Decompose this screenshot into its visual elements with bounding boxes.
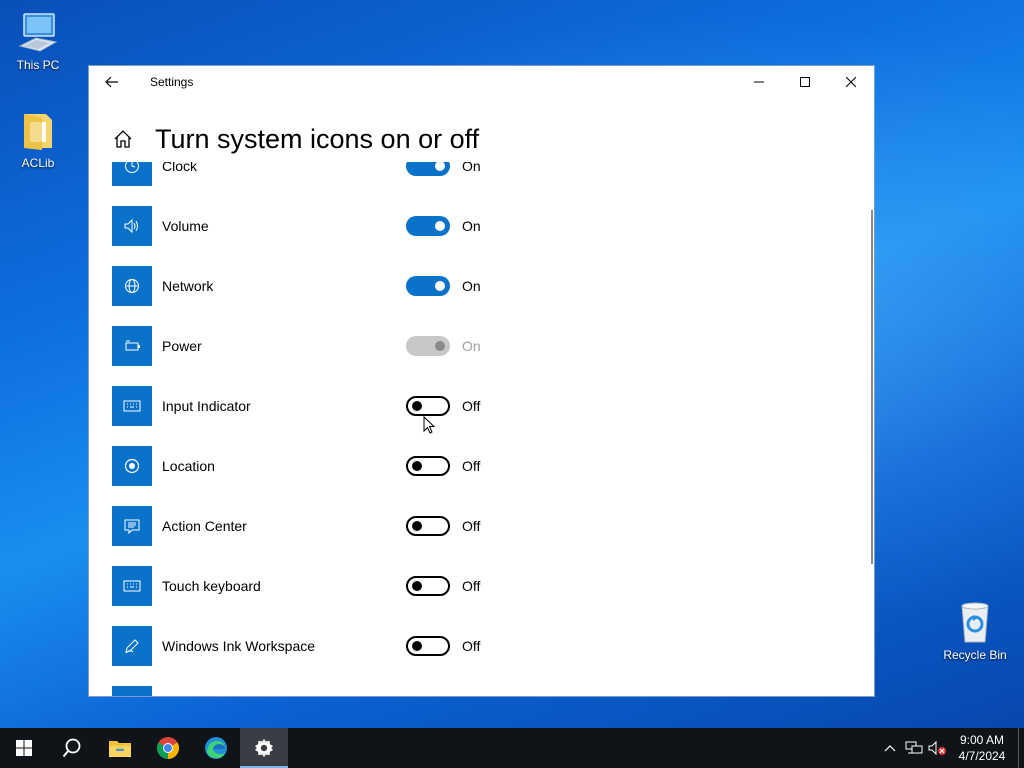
clock-icon bbox=[112, 162, 152, 186]
start-icon bbox=[16, 740, 32, 756]
partial-toggle[interactable] bbox=[406, 696, 450, 697]
window-title: Settings bbox=[150, 75, 194, 89]
recycle-bin-icon bbox=[953, 600, 997, 644]
list-item-power: Power On bbox=[112, 326, 532, 366]
scrollbar[interactable] bbox=[871, 210, 873, 564]
settings-button[interactable] bbox=[240, 728, 288, 768]
page-title: Turn system icons on or off bbox=[155, 123, 480, 154]
show-hidden-icons-button[interactable] bbox=[878, 728, 902, 768]
keyboard-icon bbox=[112, 566, 152, 606]
desktop-icon-recycle-bin[interactable]: Recycle Bin bbox=[937, 600, 1013, 662]
action-center-icon bbox=[112, 506, 152, 546]
toggle-state: On bbox=[462, 162, 481, 174]
volume-icon bbox=[112, 206, 152, 246]
list-item-touch-keyboard: Touch keyboard Off bbox=[112, 566, 532, 606]
toggle-state: Off bbox=[462, 458, 481, 474]
desktop-icon-this-pc[interactable]: This PC bbox=[0, 10, 76, 72]
page-header: Turn system icons on or off bbox=[89, 116, 479, 162]
item-label: Action Center bbox=[162, 518, 247, 534]
clock-time: 9:00 AM bbox=[959, 733, 1005, 747]
taskbar-clock[interactable]: 9:00 AM 4/7/2024 bbox=[950, 732, 1014, 764]
power-toggle bbox=[406, 336, 450, 356]
desktop-icon-label: Recycle Bin bbox=[943, 648, 1007, 662]
close-button[interactable] bbox=[828, 66, 874, 98]
volume-tray-button[interactable] bbox=[926, 728, 950, 768]
taskbar: 9:00 AM 4/7/2024 bbox=[0, 728, 1024, 768]
volume-muted-icon bbox=[928, 740, 946, 756]
clock-toggle[interactable] bbox=[406, 162, 450, 176]
close-icon bbox=[846, 77, 856, 87]
maximize-button[interactable] bbox=[782, 66, 828, 98]
touchpad-icon bbox=[112, 686, 152, 696]
edge-icon bbox=[205, 737, 227, 759]
windows-ink-workspace-toggle[interactable] bbox=[406, 636, 450, 656]
title-bar[interactable]: Settings bbox=[89, 66, 874, 98]
desktop-icon-label: This PC bbox=[16, 58, 60, 72]
home-button[interactable] bbox=[99, 116, 147, 162]
battery-icon bbox=[112, 326, 152, 366]
show-desktop-button[interactable] bbox=[1018, 728, 1024, 768]
item-label: Volume bbox=[162, 218, 209, 234]
location-toggle[interactable] bbox=[406, 456, 450, 476]
mouse-cursor-icon bbox=[423, 416, 436, 434]
list-item-partial bbox=[112, 686, 532, 697]
desktop-icon-label: ACLib bbox=[21, 156, 55, 170]
search-button[interactable] bbox=[48, 728, 96, 768]
toggle-state: Off bbox=[462, 518, 481, 534]
toggle-state: On bbox=[462, 218, 481, 234]
item-label: Input Indicator bbox=[162, 398, 251, 414]
chevron-up-icon bbox=[884, 745, 896, 752]
computer-icon bbox=[16, 10, 60, 54]
touch-keyboard-toggle[interactable] bbox=[406, 576, 450, 596]
back-button[interactable] bbox=[89, 66, 135, 98]
volume-toggle[interactable] bbox=[406, 216, 450, 236]
pen-icon bbox=[112, 626, 152, 666]
home-icon bbox=[114, 130, 132, 148]
minimize-button[interactable] bbox=[736, 66, 782, 98]
list-item-clock: Clock On bbox=[112, 162, 532, 186]
item-label: Network bbox=[162, 278, 214, 294]
list-item-volume: Volume On bbox=[112, 206, 532, 246]
chrome-icon bbox=[157, 737, 179, 759]
settings-icon bbox=[255, 739, 273, 757]
toggle-state: Off bbox=[462, 638, 481, 654]
list-item-network: Network On bbox=[112, 266, 532, 306]
back-arrow-icon bbox=[105, 76, 118, 88]
network-toggle[interactable] bbox=[406, 276, 450, 296]
file-explorer-icon bbox=[109, 741, 131, 757]
list-item-location: Location Off bbox=[112, 446, 532, 486]
list-item-windows-ink-workspace: Windows Ink Workspace Off bbox=[112, 626, 532, 666]
minimize-icon bbox=[754, 81, 764, 83]
location-icon bbox=[112, 446, 152, 486]
system-icons-list: Clock On Volume On Network On Power On I… bbox=[89, 162, 869, 697]
maximize-icon bbox=[800, 77, 810, 87]
item-label: Location bbox=[162, 458, 215, 474]
system-tray: 9:00 AM 4/7/2024 bbox=[878, 728, 1024, 768]
item-label: Power bbox=[162, 338, 202, 354]
toggle-state: Off bbox=[462, 398, 481, 414]
globe-icon bbox=[112, 266, 152, 306]
item-label: Touch keyboard bbox=[162, 578, 261, 594]
folder-icon bbox=[16, 108, 60, 152]
search-icon bbox=[62, 738, 81, 758]
list-item-action-center: Action Center Off bbox=[112, 506, 532, 546]
network-wired-icon bbox=[905, 741, 923, 754]
clock-date: 4/7/2024 bbox=[958, 749, 1006, 763]
network-tray-button[interactable] bbox=[902, 728, 926, 768]
action-center-toggle[interactable] bbox=[406, 516, 450, 536]
desktop-icon-aclib[interactable]: ACLib bbox=[0, 108, 76, 170]
input-indicator-toggle[interactable] bbox=[406, 396, 450, 416]
toggle-state: Off bbox=[462, 578, 481, 594]
edge-button[interactable] bbox=[192, 728, 240, 768]
list-item-input-indicator: Input Indicator Off bbox=[112, 386, 532, 426]
toggle-state: On bbox=[462, 338, 481, 354]
toggle-state: On bbox=[462, 278, 481, 294]
keyboard-icon bbox=[112, 386, 152, 426]
file-explorer-button[interactable] bbox=[96, 728, 144, 768]
chrome-button[interactable] bbox=[144, 728, 192, 768]
start-button[interactable] bbox=[0, 728, 48, 768]
item-label: Windows Ink Workspace bbox=[162, 638, 316, 654]
item-label: Clock bbox=[162, 162, 198, 174]
settings-window: Settings Turn system icons on or off Clo… bbox=[88, 65, 875, 697]
